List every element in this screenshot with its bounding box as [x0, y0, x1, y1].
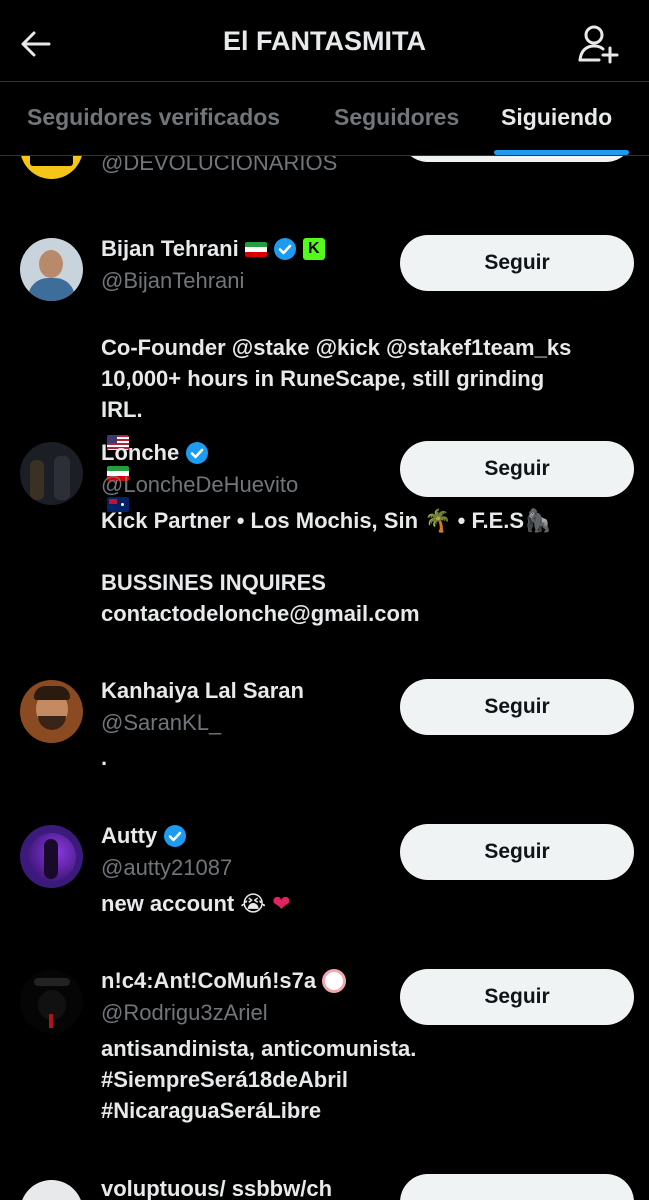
active-tab-indicator — [494, 150, 629, 155]
user-bio: Kick Partner • Los Mochis, Sin 🌴 • F.E.S… — [101, 508, 552, 533]
user-bio: . — [101, 745, 108, 770]
user-handle: @DEVOLUCIONARIOS — [101, 156, 338, 175]
user-name-row: voluptuous/ ssbbw/ch — [101, 1176, 332, 1200]
list-item[interactable]: n!c4:Ant!CoMuń!s7a @Rodrigu3zAriel antis… — [0, 952, 649, 1132]
following-list: @DEVOLUCIONARIOS Bijan Tehrani K @BijanT… — [0, 156, 649, 1200]
user-bio: new account 😭 ❤ — [101, 891, 291, 916]
palm-tree-icon: 🌴 — [424, 508, 452, 533]
avatar[interactable] — [20, 825, 83, 888]
user-name-row: Kanhaiya Lal Saran — [101, 678, 304, 704]
user-name-row: Lonche — [101, 440, 209, 466]
tab-bar: Seguidores verificados Seguidores Siguie… — [0, 82, 649, 156]
crying-face-icon: 😭 — [240, 891, 267, 916]
avatar[interactable] — [20, 156, 83, 179]
follow-button[interactable] — [400, 1174, 634, 1200]
follow-button[interactable]: Seguir — [400, 824, 634, 880]
follow-button[interactable] — [400, 156, 634, 162]
avatar[interactable] — [20, 680, 83, 743]
avatar[interactable] — [20, 970, 83, 1033]
verified-badge-icon — [186, 442, 209, 464]
follow-button[interactable]: Seguir — [400, 679, 634, 735]
list-item[interactable]: Lonche @LoncheDeHuevito Kick Partner • L… — [0, 424, 649, 644]
tab-verified-followers[interactable]: Seguidores verificados — [27, 104, 280, 131]
avatar[interactable] — [20, 1180, 83, 1200]
red-heart-icon: ❤ — [272, 891, 291, 916]
user-handle: @SaranKL_ — [101, 710, 222, 735]
follow-button[interactable]: Seguir — [400, 235, 634, 291]
user-name-row: Autty — [101, 823, 187, 849]
user-bio-email: contactodelonche@gmail.com — [101, 601, 420, 626]
verified-badge-icon — [273, 238, 296, 260]
tab-followers[interactable]: Seguidores — [334, 104, 459, 131]
list-item[interactable]: Kanhaiya Lal Saran @SaranKL_ . Seguir — [0, 662, 649, 792]
user-name: Kanhaiya Lal Saran — [101, 678, 304, 703]
list-item[interactable]: Autty @autty21087 new account 😭 ❤ Seguir — [0, 807, 649, 927]
list-item[interactable]: Bijan Tehrani K @BijanTehrani Co-Founder… — [0, 206, 649, 512]
avatar[interactable] — [20, 238, 83, 301]
follow-button[interactable]: Seguir — [400, 441, 634, 497]
user-name: voluptuous/ ssbbw/ch — [101, 1176, 333, 1200]
user-name: Lonche — [101, 440, 180, 465]
user-name: Autty — [101, 823, 158, 848]
naruto-swirl-icon — [322, 969, 347, 993]
tab-following[interactable]: Siguiendo — [501, 104, 612, 131]
add-user-icon — [578, 25, 619, 64]
bio-text: Co-Founder @stake @kick @stakef1team_ks … — [101, 335, 572, 422]
user-name-row: n!c4:Ant!CoMuń!s7a — [101, 968, 347, 994]
top-bar: El FANTASMITA — [0, 0, 649, 82]
kick-logo-icon: K — [302, 238, 325, 260]
user-bio: antisandinista, anticomunista. #SiempreS… — [101, 1036, 417, 1123]
user-handle: @autty21087 — [101, 855, 233, 880]
follow-button[interactable]: Seguir — [400, 969, 634, 1025]
gorilla-icon: 🦍 — [524, 508, 552, 533]
user-name: n!c4:Ant!CoMuń!s7a — [101, 968, 317, 993]
user-name-row: Bijan Tehrani K — [101, 236, 325, 262]
verified-badge-icon — [164, 825, 187, 847]
user-bio-contact: BUSSINES INQUIRES — [101, 570, 326, 595]
list-item[interactable]: @DEVOLUCIONARIOS — [0, 156, 649, 179]
user-handle: @Rodrigu3zAriel — [101, 1000, 268, 1025]
user-handle: @LoncheDeHuevito — [101, 472, 299, 497]
list-item[interactable]: voluptuous/ ssbbw/ch — [0, 1162, 649, 1200]
add-user-button[interactable] — [577, 22, 623, 66]
user-handle: @BijanTehrani — [101, 268, 245, 293]
user-name: Bijan Tehrani — [101, 236, 239, 261]
avatar[interactable] — [20, 442, 83, 505]
page-title: El FANTASMITA — [223, 26, 426, 56]
iran-flag-icon — [244, 241, 267, 257]
